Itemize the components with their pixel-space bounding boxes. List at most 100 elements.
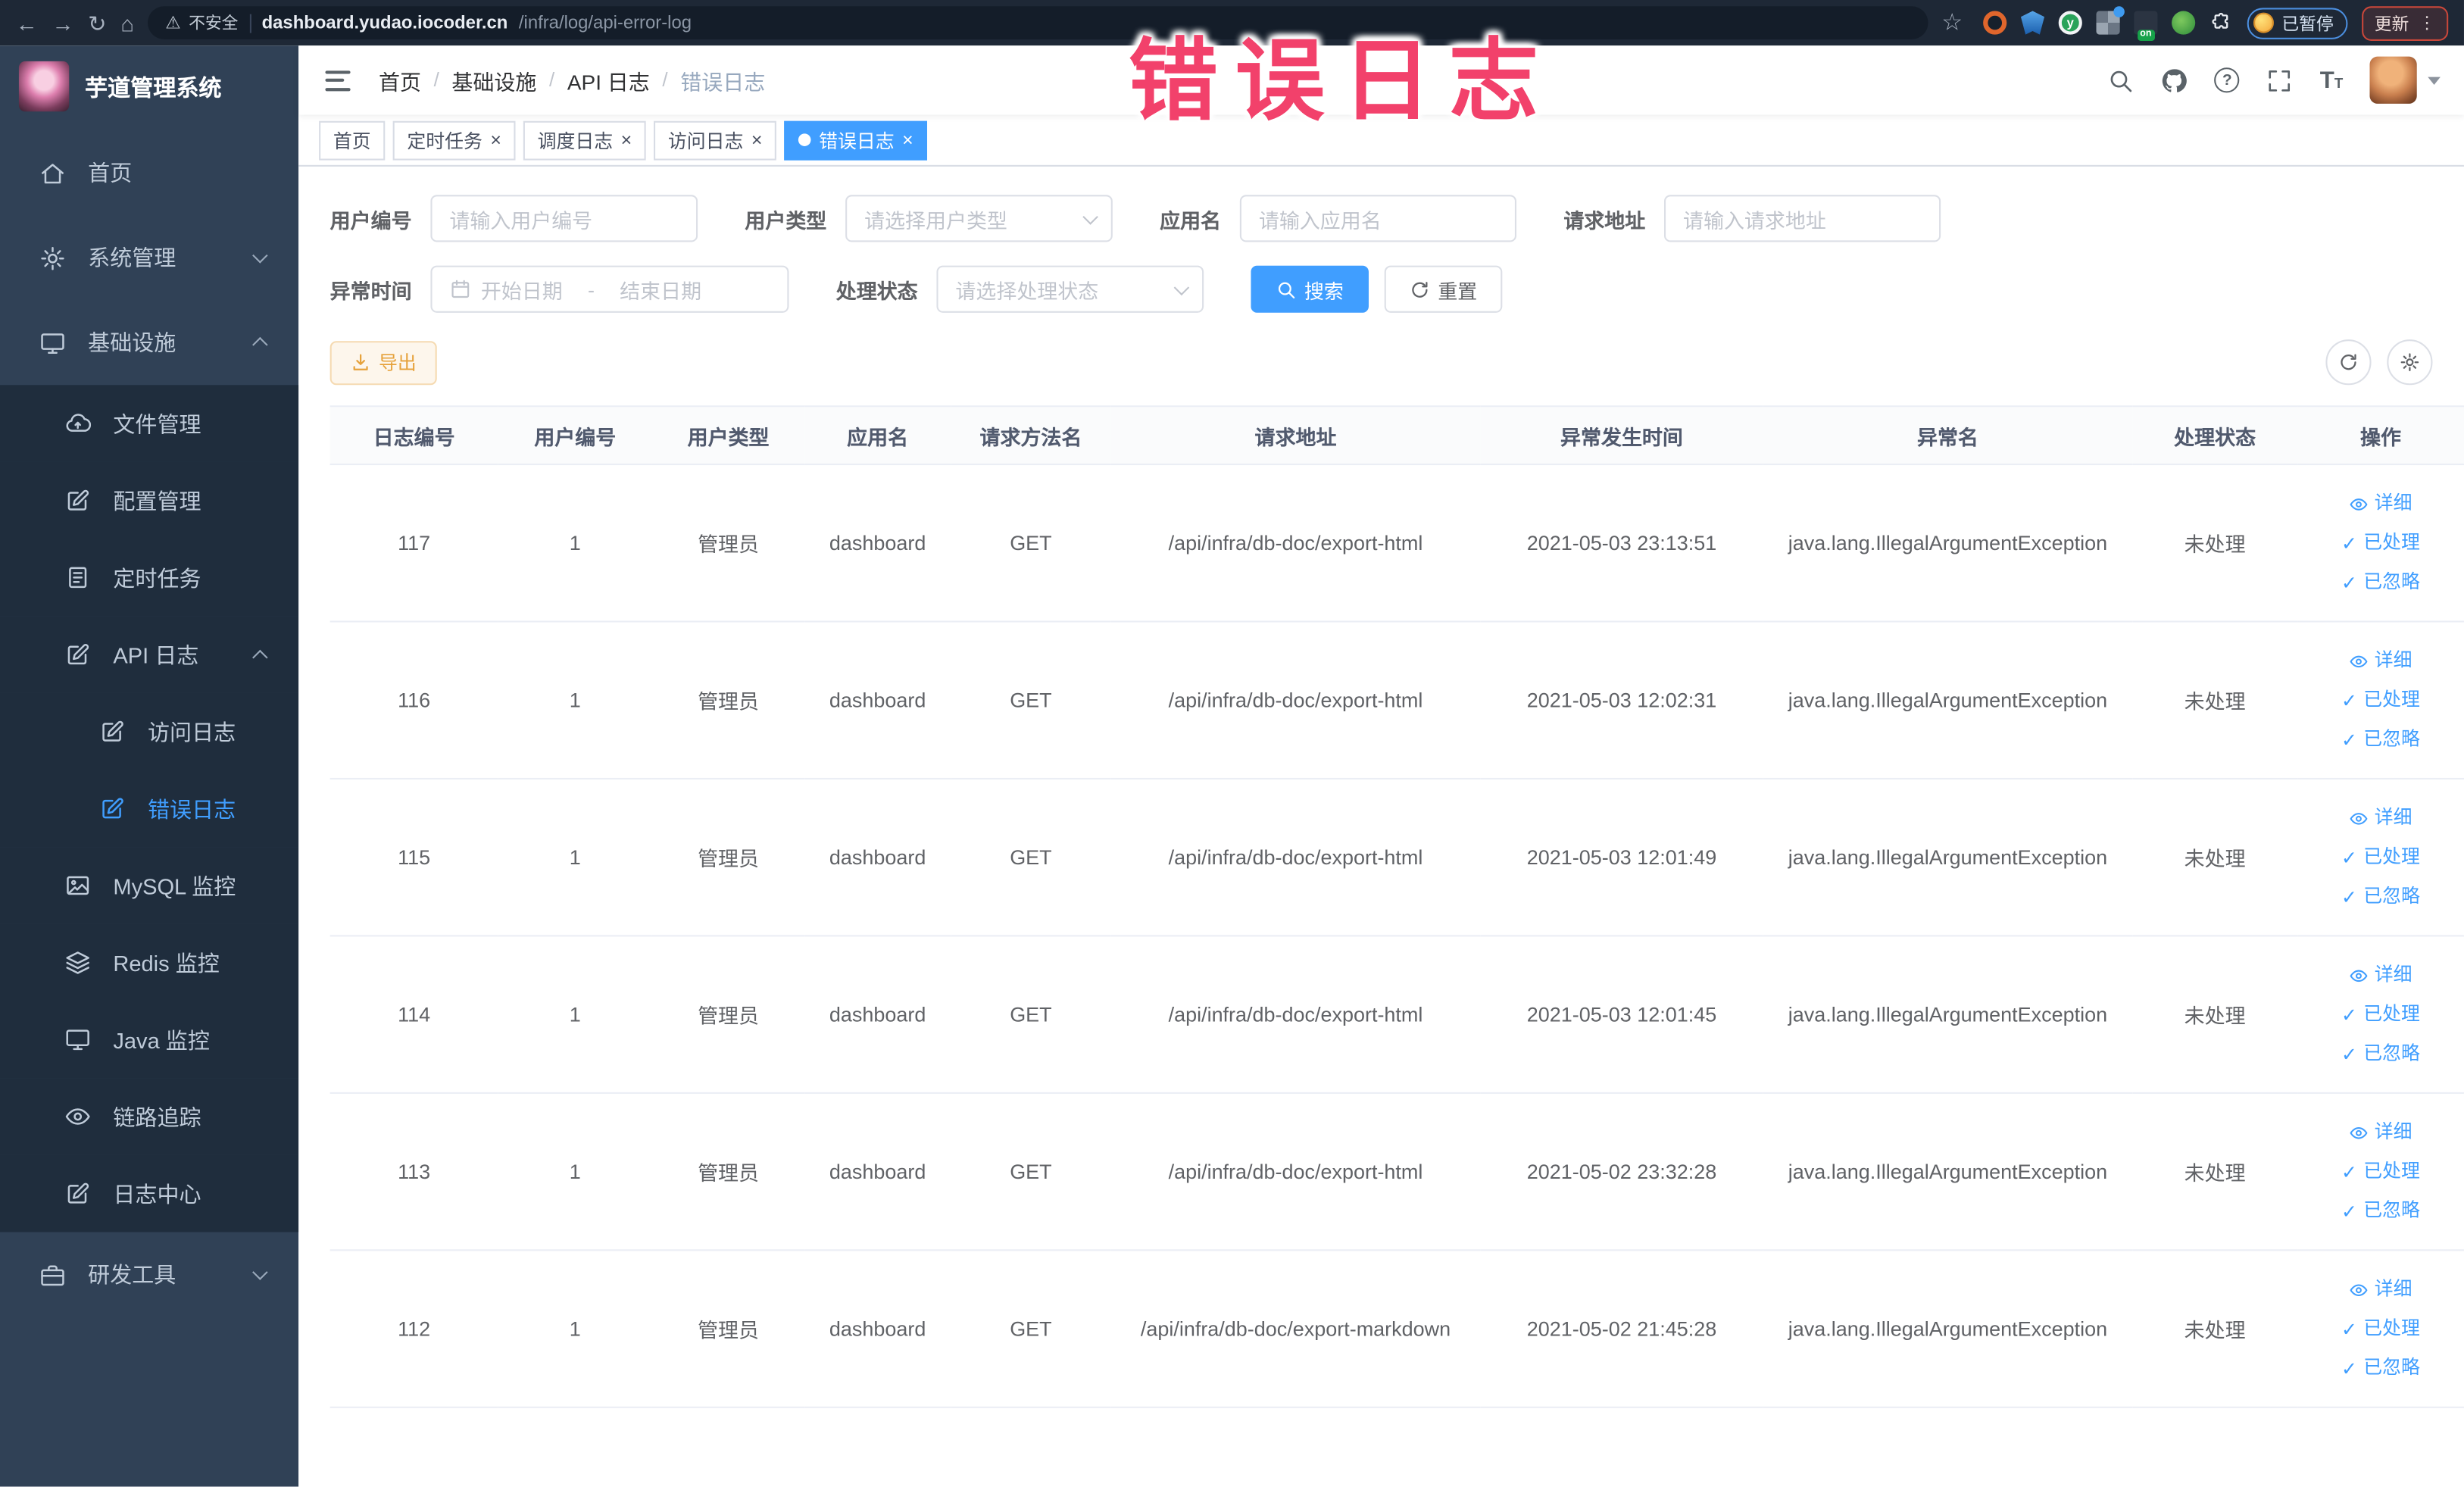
sidebar-menu: 首页 系统管理 基础设施 文件管理 配置管理 定时任务 API 日志 访问日志 错误日志 MySQ… [0,130,299,1317]
user-type-select[interactable]: 请选择用户类型 [845,195,1113,242]
table-cell: dashboard [804,1092,951,1251]
column-settings-button[interactable] [2387,339,2433,386]
search-button[interactable]: 搜索 [1251,265,1369,313]
security-warning[interactable]: ⚠ 不安全 [165,11,238,35]
bookmark-star-icon[interactable]: ☆ [1941,11,1963,35]
extension-orange-icon[interactable] [1983,11,2007,35]
sidebar-item-链路追踪[interactable]: 链路追踪 [0,1078,299,1155]
github-icon[interactable] [2161,67,2188,93]
on-badge: on [2137,30,2155,41]
action-已忽略[interactable]: ✓ 已忽略 [2307,720,2455,759]
browser-menu-icon[interactable]: ⋮ [2419,13,2436,33]
sidebar-item-研发工具[interactable]: 研发工具 [0,1232,298,1317]
table-cell: 未处理 [2132,778,2298,937]
sidebar-item-配置管理[interactable]: 配置管理 [0,461,299,539]
action-label: 已处理 [2363,1317,2420,1339]
filter-row-2: 异常时间 开始日期 - 结束日期 处理状态 请选择处理状态 搜索 重置 [330,265,2433,313]
breadcrumb-item[interactable]: 首页 [379,64,421,95]
close-icon[interactable]: × [902,130,913,149]
tab-调度日志[interactable]: 调度日志 × [523,120,646,160]
action-已处理[interactable]: ✓ 已处理 [2307,680,2455,720]
action-详细[interactable]: 详细 [2307,1113,2455,1152]
action-已处理[interactable]: ✓ 已处理 [2307,1309,2455,1348]
process-status-select[interactable]: 请选择处理状态 [936,265,1204,313]
table-cell: GET [951,621,1111,780]
sidebar-item-API-日志[interactable]: API 日志 [0,616,299,693]
browser-forward-icon[interactable]: → [52,12,73,34]
help-icon[interactable]: ? [2214,67,2240,93]
action-已忽略[interactable]: ✓ 已忽略 [2307,1348,2455,1388]
extension-shield-icon[interactable] [2020,11,2045,35]
sidebar-item-日志中心[interactable]: 日志中心 [0,1154,299,1232]
action-详细[interactable]: 详细 [2307,955,2455,995]
action-已处理[interactable]: ✓ 已处理 [2307,523,2455,563]
extension-switch-icon[interactable]: on [2134,11,2158,41]
action-详细[interactable]: 详细 [2307,798,2455,838]
sidebar-item-Redis-监控[interactable]: Redis 监控 [0,923,299,1001]
extension-plant-icon[interactable] [2172,11,2196,35]
browser-reload-icon[interactable]: ↻ [88,12,106,34]
action-已处理[interactable]: ✓ 已处理 [2307,995,2455,1034]
sidebar-logo-row[interactable]: 芋道管理系统 [0,45,298,127]
edit-icon [99,718,126,745]
sidebar-item-访问日志[interactable]: 访问日志 [0,692,299,770]
tab-访问日志[interactable]: 访问日志 × [654,120,777,160]
sidebar-item-Java-监控[interactable]: Java 监控 [0,1001,299,1079]
browser-home-icon[interactable]: ⌂ [120,12,134,34]
breadcrumb-item[interactable]: 基础设施 [451,64,536,95]
tab-首页[interactable]: 首页 [319,120,386,160]
sidebar-item-定时任务[interactable]: 定时任务 [0,539,299,617]
action-已忽略[interactable]: ✓ 已忽略 [2307,1034,2455,1073]
table-cell: dashboard [804,464,951,623]
action-详细[interactable]: 详细 [2307,484,2455,523]
sidebar-item-文件管理[interactable]: 文件管理 [0,385,299,462]
table-cell: 115 [329,778,498,937]
date-range-picker[interactable]: 开始日期 - 结束日期 [430,265,789,313]
filter-user-type: 用户类型 请选择用户类型 [745,195,1113,242]
collapse-menu-icon[interactable] [322,64,353,97]
refresh-table-button[interactable] [2325,339,2372,386]
action-已处理[interactable]: ✓ 已处理 [2307,838,2455,877]
font-size-icon[interactable]: TT [2320,67,2343,93]
table-cell: 未处理 [2132,464,2298,623]
close-icon[interactable]: × [621,130,632,149]
action-已忽略[interactable]: ✓ 已忽略 [2307,1192,2455,1231]
chevron-down-icon [252,248,268,264]
close-icon[interactable]: × [751,130,763,149]
actions-cell: 详细 ✓ 已处理 ✓ 已忽略 [2297,621,2464,780]
sidebar-item-系统管理[interactable]: 系统管理 [0,215,298,300]
sidebar-item-基础设施[interactable]: 基础设施 [0,300,298,385]
filter-process-status: 处理状态 请选择处理状态 [836,265,1204,313]
search-icon[interactable] [2108,67,2135,93]
user-id-input[interactable]: 请输入用户编号 [430,195,698,242]
action-已处理[interactable]: ✓ 已处理 [2307,1152,2455,1192]
app-name-input[interactable]: 请输入应用名 [1239,195,1517,242]
extensions-puzzle-icon[interactable] [2209,11,2233,35]
browser-back-icon[interactable]: ← [16,12,38,34]
table-cell: 2021-05-03 12:01:45 [1480,936,1763,1094]
extension-grid-icon[interactable] [2096,6,2125,35]
tab-定时任务[interactable]: 定时任务 × [392,120,516,160]
page-content: 用户编号 请输入用户编号 用户类型 请选择用户类型 应用名 请输入应用名 请求地… [298,167,2464,1487]
fullscreen-icon[interactable] [2266,67,2293,93]
close-icon[interactable]: × [490,130,501,149]
breadcrumb-item[interactable]: API 日志 [567,64,650,95]
sidebar-item-错误日志[interactable]: 错误日志 [0,770,299,848]
chevron-down-icon [1082,208,1098,224]
filter-request-url: 请求地址 请输入请求地址 [1563,195,1941,242]
browser-update-button[interactable]: 更新 ⋮ [2362,5,2449,40]
sidebar-item-首页[interactable]: 首页 [0,130,298,215]
reset-button[interactable]: 重置 [1384,265,1503,313]
action-已忽略[interactable]: ✓ 已忽略 [2307,877,2455,917]
action-已忽略[interactable]: ✓ 已忽略 [2307,563,2455,602]
extension-green-icon[interactable]: y [2058,11,2082,35]
tab-错误日志[interactable]: 错误日志 × [784,120,928,160]
paused-badge[interactable]: 已暂停 [2247,7,2348,39]
action-详细[interactable]: 详细 [2307,1270,2455,1309]
request-url-input[interactable]: 请输入请求地址 [1664,195,1941,242]
export-button[interactable]: 导出 [329,340,437,385]
action-详细[interactable]: 详细 [2307,641,2455,680]
user-menu[interactable] [2369,56,2441,104]
sidebar-item-MySQL-监控[interactable]: MySQL 监控 [0,847,299,924]
address-bar[interactable]: ⚠ 不安全 dashboard.yudao.iocoder.cn/infra/l… [148,6,1928,39]
